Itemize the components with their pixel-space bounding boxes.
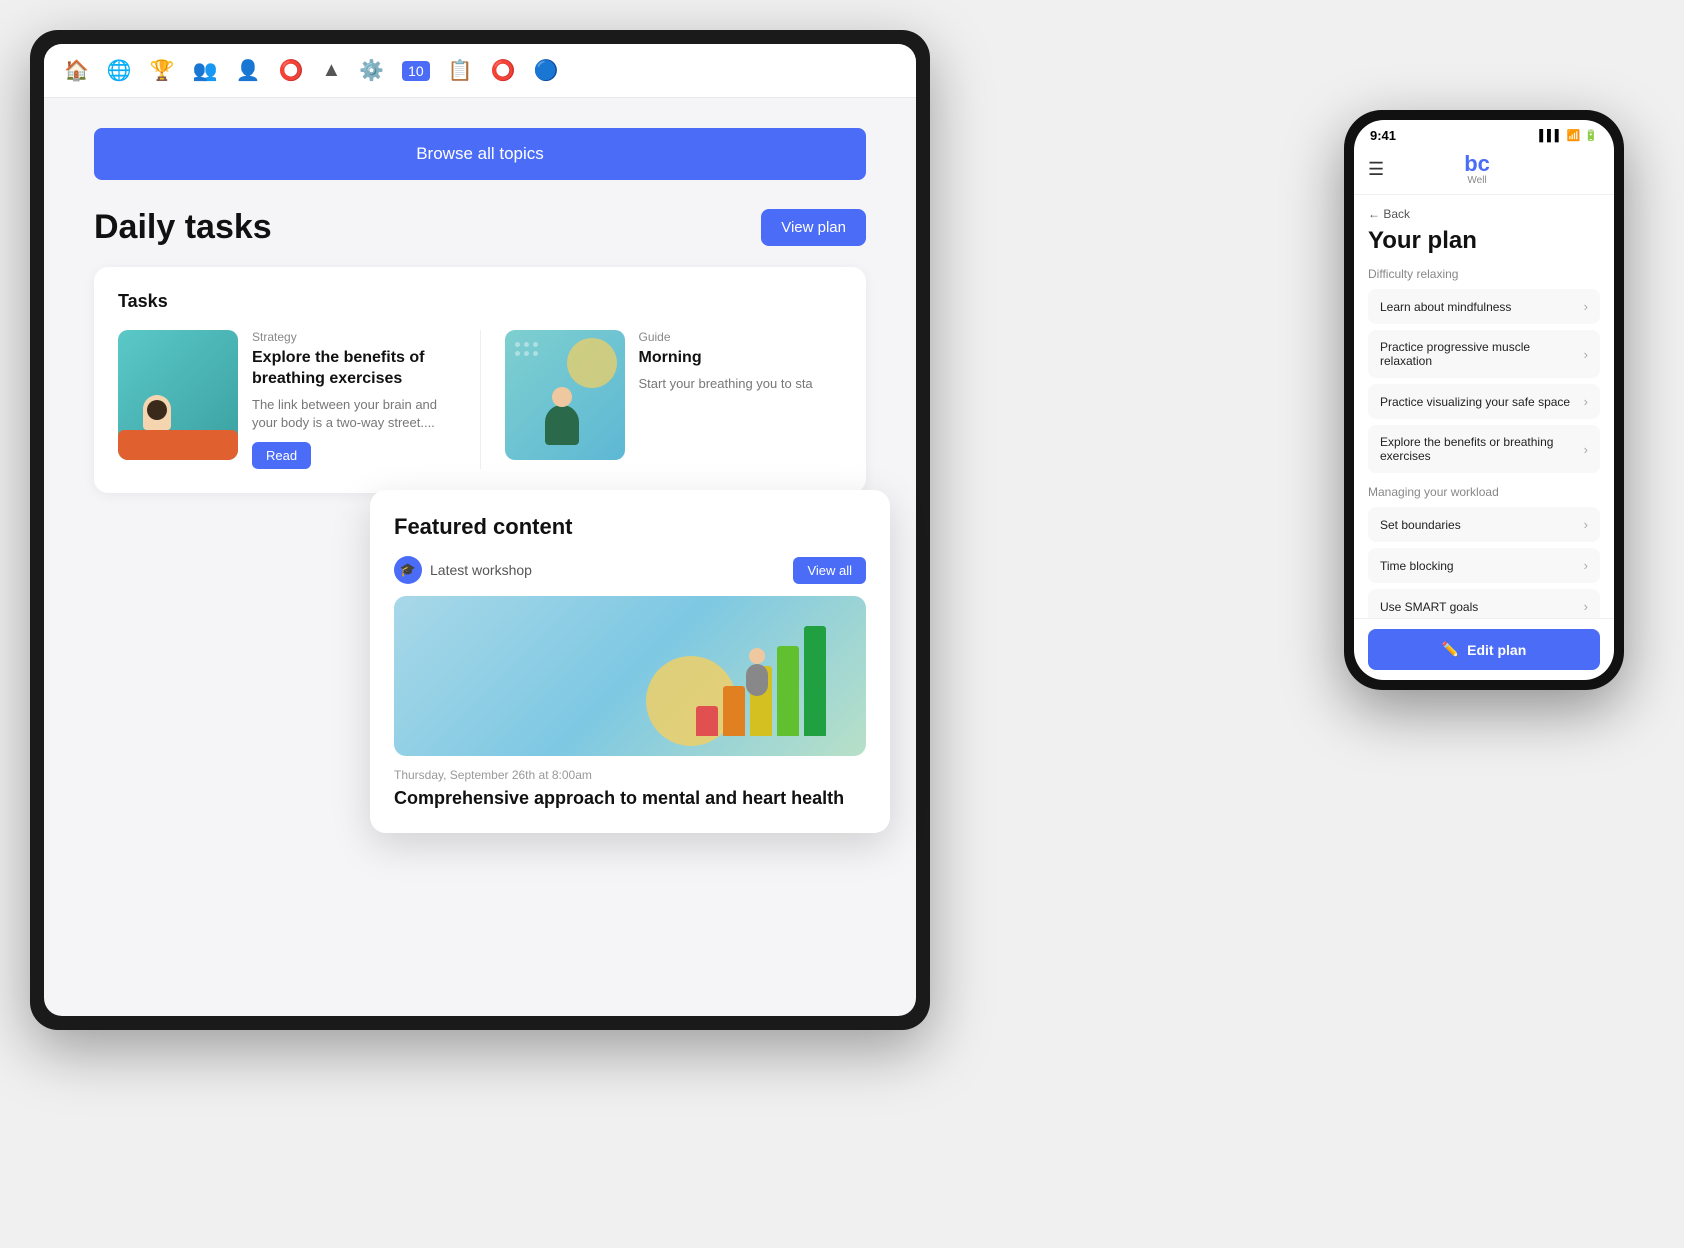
tasks-card: Tasks Strategy Explore the benefits of b… (94, 267, 866, 493)
group-icon[interactable]: 👥 (193, 58, 218, 83)
task-desc-1: The link between your brain and your bod… (252, 396, 456, 432)
chevron-right-icon-6: › (1584, 558, 1588, 573)
chevron-right-icon-3: › (1584, 394, 1588, 409)
logo-sub: Well (1467, 175, 1486, 186)
edit-plan-button[interactable]: ✏️ Edit plan (1368, 629, 1600, 670)
bar-5 (804, 626, 826, 736)
app-logo: bc Well (1464, 153, 1490, 186)
section2-title: Managing your workload (1368, 485, 1600, 499)
plan-item-time-blocking[interactable]: Time blocking › (1368, 548, 1600, 583)
task-desc-2: Start your breathing you to sta (639, 375, 843, 393)
task-item-1: Strategy Explore the benefits of breathi… (118, 330, 456, 469)
task-meta-2: Guide Morning Start your breathing you t… (639, 330, 843, 403)
edit-plan-label: Edit plan (1467, 642, 1526, 658)
workshop-image (394, 596, 866, 756)
plan-item-text-3: Practice visualizing your safe space (1380, 395, 1584, 409)
tablet-top-bar: 🏠 🌐 🏆 👥 👤 ⭕ ▲ ⚙️ 10 📋 ⭕ 🔵 (44, 44, 916, 98)
task-name-1: Explore the benefits of breathing exerci… (252, 348, 456, 390)
meditate-figure (540, 365, 590, 445)
plan-item-text-1: Learn about mindfulness (1380, 300, 1584, 314)
task-item-2: Guide Morning Start your breathing you t… (505, 330, 843, 469)
task-divider (480, 330, 481, 469)
plan-item-boundaries[interactable]: Set boundaries › (1368, 507, 1600, 542)
task-category-2: Guide (639, 330, 843, 344)
workshop-date: Thursday, September 26th at 8:00am (394, 768, 866, 782)
chevron-right-icon-7: › (1584, 599, 1588, 614)
plan-item-text-6: Time blocking (1380, 559, 1584, 573)
badge-10-icon[interactable]: 10 (402, 61, 430, 81)
browse-all-topics-button[interactable]: Browse all topics (94, 128, 866, 180)
task-read-button-1[interactable]: Read (252, 442, 311, 469)
task-name-2: Morning (639, 348, 843, 369)
task-category-1: Strategy (252, 330, 456, 344)
circle-blue-icon[interactable]: 🔵 (534, 58, 559, 83)
globe-icon[interactable]: 🌐 (107, 58, 132, 83)
edit-icon: ✏️ (1442, 641, 1459, 658)
tasks-card-title: Tasks (118, 291, 842, 312)
gear-icon[interactable]: ⚙️ (359, 58, 384, 83)
plan-item-text-7: Use SMART goals (1380, 600, 1584, 614)
climber-body (746, 664, 768, 696)
circle-icon[interactable]: ⭕ (279, 58, 304, 83)
workshop-label-text: Latest workshop (430, 562, 532, 578)
back-link[interactable]: ← Back (1368, 207, 1600, 221)
section1-title: Difficulty relaxing (1368, 267, 1600, 281)
phone-footer: ✏️ Edit plan (1354, 618, 1614, 680)
meditate-head (552, 387, 572, 407)
hamburger-icon[interactable]: ☰ (1368, 159, 1384, 180)
plan-item-text-4: Explore the benefits or breathing exerci… (1380, 435, 1584, 463)
climber-figure (736, 636, 786, 706)
daily-tasks-header: Daily tasks View plan (94, 208, 866, 247)
your-plan-title: Your plan (1368, 227, 1600, 255)
plan-item-learn-mindfulness[interactable]: Learn about mindfulness › (1368, 289, 1600, 324)
phone-status-bar: 9:41 ▌▌▌ 📶 🔋 (1354, 120, 1614, 147)
climber-head (749, 648, 765, 664)
bar-1 (696, 706, 718, 736)
featured-content-card: Featured content 🎓 Latest workshop View … (370, 490, 890, 833)
plan-item-smart-goals[interactable]: Use SMART goals › (1368, 589, 1600, 618)
phone-status-icons: ▌▌▌ 📶 🔋 (1539, 129, 1598, 142)
ring-icon[interactable]: ⭕ (491, 58, 516, 83)
workshop-label: 🎓 Latest workshop (394, 556, 532, 584)
chevron-right-icon-1: › (1584, 299, 1588, 314)
phone-header: ☰ bc Well (1354, 147, 1614, 195)
signal-icon: ▌▌▌ (1539, 130, 1562, 142)
phone-device: 9:41 ▌▌▌ 📶 🔋 ☰ bc Well ← Back Your plan … (1344, 110, 1624, 690)
workshop-icon: 🎓 (394, 556, 422, 584)
task-items-row: Strategy Explore the benefits of breathi… (118, 330, 842, 469)
view-plan-button[interactable]: View plan (761, 209, 866, 246)
featured-content-title: Featured content (394, 514, 866, 540)
phone-content: ← Back Your plan Difficulty relaxing Lea… (1354, 195, 1614, 618)
workshop-header: 🎓 Latest workshop View all (394, 556, 866, 584)
plan-item-safe-space[interactable]: Practice visualizing your safe space › (1368, 384, 1600, 419)
dots-decoration (515, 342, 538, 356)
plan-item-breathing[interactable]: Explore the benefits or breathing exerci… (1368, 425, 1600, 473)
task-thumb-1 (118, 330, 238, 460)
seated-figure (133, 370, 193, 450)
triangle-icon[interactable]: ▲ (321, 59, 341, 82)
view-all-button[interactable]: View all (793, 557, 866, 584)
chevron-right-icon-2: › (1584, 347, 1588, 362)
wifi-icon: 📶 (1567, 129, 1581, 142)
home-icon[interactable]: 🏠 (64, 58, 89, 83)
clipboard-icon[interactable]: 📋 (448, 58, 473, 83)
meditate-body (545, 405, 579, 445)
person-icon[interactable]: 👤 (236, 58, 261, 83)
phone-time: 9:41 (1370, 128, 1396, 143)
daily-tasks-title: Daily tasks (94, 208, 272, 247)
plan-item-text-5: Set boundaries (1380, 518, 1584, 532)
trophy-icon[interactable]: 🏆 (150, 58, 175, 83)
phone-screen: 9:41 ▌▌▌ 📶 🔋 ☰ bc Well ← Back Your plan … (1354, 120, 1614, 680)
plan-item-text-2: Practice progressive muscle relaxation (1380, 340, 1584, 368)
logo-letter: bc (1464, 153, 1490, 175)
chevron-right-icon-4: › (1584, 442, 1588, 457)
chevron-right-icon-5: › (1584, 517, 1588, 532)
battery-icon: 🔋 (1584, 129, 1598, 142)
task-thumb-2 (505, 330, 625, 460)
workshop-event-title: Comprehensive approach to mental and hea… (394, 788, 866, 809)
task-meta-1: Strategy Explore the benefits of breathi… (252, 330, 456, 469)
plan-item-muscle-relaxation[interactable]: Practice progressive muscle relaxation › (1368, 330, 1600, 378)
